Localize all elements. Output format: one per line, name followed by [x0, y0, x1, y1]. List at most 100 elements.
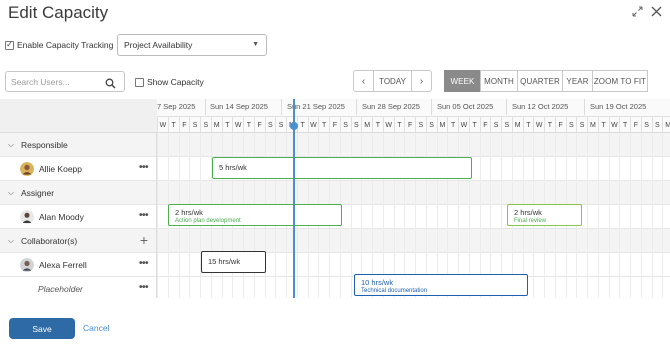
avatar	[20, 162, 34, 176]
today-button[interactable]: TODAY	[373, 70, 412, 92]
zoom-month-button[interactable]: MONTH	[480, 70, 518, 92]
zoom-to-fit-button[interactable]: ZOOM TO FIT	[592, 70, 648, 92]
zoom-week-button[interactable]: WEEK	[444, 70, 481, 92]
today-marker-dot[interactable]	[290, 122, 298, 130]
day-letter: T	[522, 116, 534, 132]
day-letter: F	[329, 116, 340, 132]
enable-capacity-checkbox[interactable]: ✓	[5, 40, 14, 50]
day-letter: T	[372, 116, 383, 132]
week-label: 7 Sep 2025	[157, 102, 196, 111]
day-letter: T	[296, 116, 308, 132]
day-letter: M	[662, 116, 670, 132]
day-letter: M	[210, 116, 222, 132]
capacity-bar[interactable]: 2 hrs/wk Final review	[507, 204, 582, 226]
day-letter: S	[350, 116, 362, 132]
gantt-header-left	[0, 99, 157, 133]
chevron-down-icon[interactable]: ⌵	[8, 140, 20, 150]
week-label: Sun 14 Sep 2025	[210, 102, 268, 111]
day-letter: S	[415, 116, 426, 132]
close-icon[interactable]	[651, 6, 662, 19]
expand-icon[interactable]	[632, 6, 643, 19]
person-name: Placeholder	[38, 284, 83, 294]
day-letter: F	[404, 116, 415, 132]
group-label: Collaborator(s)	[21, 236, 78, 246]
person-name: Alan Moody	[39, 212, 84, 222]
enable-capacity-label: Enable Capacity Tracking	[17, 40, 114, 50]
search-input[interactable]	[6, 72, 101, 92]
capacity-gantt: 7 Sep 2025 Sun 14 Sep 2025 Sun 21 Sep 20…	[0, 99, 670, 298]
show-capacity-checkbox[interactable]	[135, 77, 144, 87]
day-letter: T	[619, 116, 630, 132]
more-options-icon[interactable]: •••	[139, 259, 149, 269]
group-row-assigner[interactable]: ⌵ Assigner	[0, 181, 670, 205]
day-letter: F	[479, 116, 491, 132]
chevron-right-icon: ›	[419, 75, 424, 87]
enable-capacity-tracking[interactable]: ✓ Enable Capacity Tracking	[5, 34, 113, 56]
day-letter: F	[178, 116, 190, 132]
day-letter: T	[393, 116, 405, 132]
day-letter: W	[307, 116, 319, 132]
day-letter: S	[490, 116, 501, 132]
more-options-icon[interactable]: •••	[139, 211, 149, 221]
day-letter: T	[243, 116, 254, 132]
more-options-icon[interactable]: •••	[139, 283, 149, 293]
day-letter: M	[436, 116, 448, 132]
chevron-down-icon: ▼	[252, 41, 259, 48]
save-button[interactable]: Save	[9, 318, 75, 339]
bar-hours: 2 hrs/wk	[175, 208, 203, 217]
avatar	[20, 258, 34, 272]
capacity-bar[interactable]: 10 hrs/wk Technical documentation	[354, 274, 528, 296]
day-letter: M	[587, 116, 598, 132]
day-letter: T	[167, 116, 179, 132]
zoom-quarter-button[interactable]: QUARTER	[517, 70, 563, 92]
week-label: Sun 21 Sep 2025	[287, 102, 345, 111]
group-label: Responsible	[21, 140, 68, 150]
prev-button[interactable]: ‹	[353, 70, 374, 92]
week-separator	[584, 99, 585, 115]
day-letter: W	[608, 116, 620, 132]
view-select-value: Project Availability	[124, 40, 193, 50]
capacity-bar[interactable]: 5 hrs/wk	[212, 157, 472, 179]
day-letter: M	[361, 116, 372, 132]
day-letter: T	[221, 116, 233, 132]
zoom-toggle-group: WEEK MONTH QUARTER YEAR ZOOM TO FIT	[444, 70, 648, 92]
bar-hours: 15 hrs/wk	[208, 257, 241, 266]
group-row-collaborators[interactable]: ⌵ Collaborator(s) +	[0, 229, 670, 253]
day-letter: S	[565, 116, 577, 132]
zoom-year-button[interactable]: YEAR	[562, 70, 593, 92]
search-box[interactable]	[5, 71, 125, 92]
day-letter: S	[264, 116, 276, 132]
week-label: Sun 28 Sep 2025	[362, 102, 420, 111]
day-letter: W	[157, 116, 168, 132]
capacity-bar[interactable]: 15 hrs/wk	[201, 251, 266, 273]
next-button[interactable]: ›	[411, 70, 432, 92]
more-options-icon[interactable]: •••	[139, 163, 149, 173]
day-letter: S	[189, 116, 200, 132]
day-letter: W	[232, 116, 243, 132]
week-separator	[356, 99, 357, 115]
chevron-down-icon[interactable]: ⌵	[8, 236, 20, 246]
bar-hours: 5 hrs/wk	[219, 163, 247, 172]
chevron-down-icon[interactable]: ⌵	[8, 188, 20, 198]
day-letter: F	[253, 116, 265, 132]
bar-hours: 10 hrs/wk	[361, 278, 394, 287]
add-collaborator-button[interactable]: +	[140, 232, 148, 248]
week-label: Sun 12 Oct 2025	[512, 102, 569, 111]
bar-description: Technical documentation	[361, 288, 428, 294]
search-icon[interactable]	[105, 76, 116, 94]
day-letter: S	[640, 116, 652, 132]
day-letter: T	[318, 116, 329, 132]
person-name: Allie Koepp	[39, 164, 83, 174]
day-letter: S	[200, 116, 211, 132]
group-row-responsible[interactable]: ⌵ Responsible	[0, 133, 670, 157]
timeline-header: 7 Sep 2025 Sun 14 Sep 2025 Sun 21 Sep 20…	[157, 99, 670, 133]
show-capacity[interactable]: Show Capacity	[135, 77, 204, 87]
day-letter: T	[468, 116, 480, 132]
day-letter: S	[576, 116, 587, 132]
week-separator	[281, 99, 282, 115]
view-select[interactable]: Project Availability ▼	[117, 34, 267, 56]
capacity-bar[interactable]: 2 hrs/wk Action plan development	[168, 204, 342, 226]
cancel-button[interactable]: Cancel	[83, 323, 109, 333]
week-label: Sun 05 Oct 2025	[437, 102, 494, 111]
day-letter: S	[651, 116, 663, 132]
